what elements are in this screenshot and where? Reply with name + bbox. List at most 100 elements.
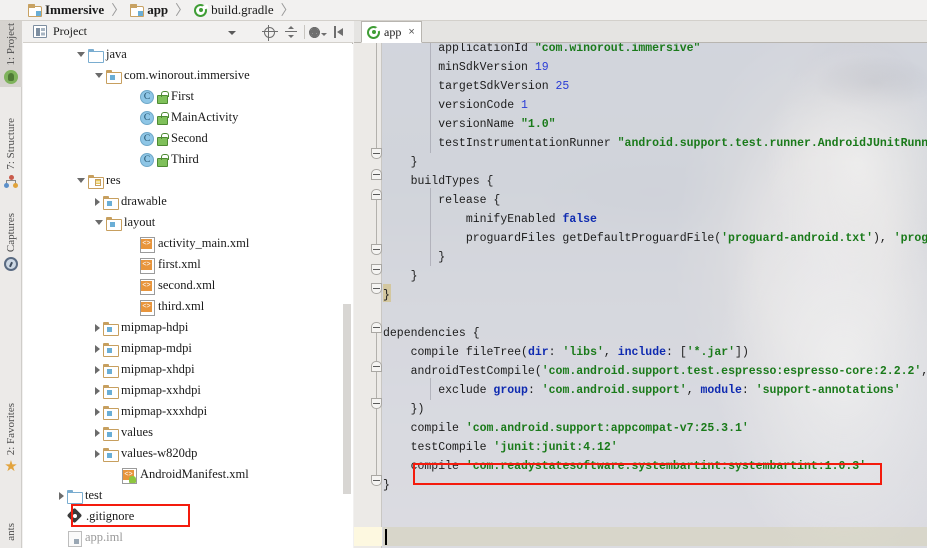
tree-item-res[interactable]: res xyxy=(23,170,353,191)
fold-marker[interactable] xyxy=(371,475,382,486)
sidebar-item-variants[interactable]: ants xyxy=(0,521,22,544)
tree-item-app-iml[interactable]: app.iml xyxy=(23,527,353,548)
tree-item-mainactivity[interactable]: C MainActivity xyxy=(23,107,353,128)
breadcrumb-label: build.gradle xyxy=(211,2,274,17)
tree-item-label: first.xml xyxy=(158,257,201,271)
tree-item-test[interactable]: test xyxy=(23,485,353,506)
code-token: } xyxy=(383,289,390,302)
code-content[interactable]: applicationId "com.winorout.immersive" m… xyxy=(383,43,927,548)
code-token: 'junit:junit:4.12' xyxy=(493,441,618,454)
breadcrumb-item-app[interactable]: app xyxy=(130,0,168,21)
sidebar-item-captures[interactable]: Captures xyxy=(0,211,22,274)
fold-marker[interactable] xyxy=(371,189,382,200)
chevron-right-icon[interactable] xyxy=(95,407,100,416)
chevron-right-icon[interactable] xyxy=(95,365,100,374)
fold-marker[interactable] xyxy=(371,283,382,294)
code-token: 1 xyxy=(521,99,528,112)
code-token: 19 xyxy=(534,61,549,74)
code-token: compile xyxy=(383,460,466,473)
folder-module-icon xyxy=(103,363,119,378)
sidebar-item-project[interactable]: 1: Project xyxy=(0,21,22,88)
locate-icon[interactable] xyxy=(258,21,280,43)
fold-marker[interactable] xyxy=(371,169,382,180)
tree-item-second-xml[interactable]: second.xml xyxy=(23,275,353,296)
tree-item-label: mipmap-xxxhdpi xyxy=(121,404,208,418)
code-token: proguardFiles getDefaultProguardFile( xyxy=(383,232,722,245)
tree-item-first[interactable]: C First xyxy=(23,86,353,107)
tree-item-mipmap-xxhdpi[interactable]: mipmap-xxhdpi xyxy=(23,380,353,401)
rail-label: ants xyxy=(5,523,17,541)
code-token: , xyxy=(686,384,701,397)
tree-item-first-xml[interactable]: first.xml xyxy=(23,254,353,275)
chevron-right-icon[interactable] xyxy=(95,386,100,395)
code-token: "com.winorout.immersive" xyxy=(534,43,701,55)
code-token: exclude xyxy=(383,384,494,397)
scrollbar-thumb[interactable] xyxy=(343,304,351,494)
android-studio-window: Immersive 〉 app 〉 build.gradle 〉 1: Proj… xyxy=(0,0,927,548)
close-icon[interactable]: × xyxy=(408,26,414,38)
chevron-right-icon[interactable] xyxy=(95,323,100,332)
tree-item-label: drawable xyxy=(121,194,167,208)
gutter-fold-line xyxy=(376,200,377,244)
chevron-right-icon[interactable] xyxy=(95,344,100,353)
chevron-right-icon[interactable] xyxy=(95,428,100,437)
fold-marker[interactable] xyxy=(371,398,382,409)
hide-icon[interactable] xyxy=(329,21,351,43)
fold-marker[interactable] xyxy=(371,322,382,333)
tree-item-third-xml[interactable]: third.xml xyxy=(23,296,353,317)
chevron-right-icon[interactable] xyxy=(95,449,100,458)
tree-item-label: values xyxy=(121,425,153,439)
tree-item-java[interactable]: java xyxy=(23,44,353,65)
project-panel-header: Project xyxy=(23,21,353,43)
gear-icon[interactable] xyxy=(307,21,329,43)
tree-item-gitignore[interactable]: .gitignore xyxy=(23,506,353,527)
breadcrumb-separator: 〉 xyxy=(280,4,295,19)
tree-item-mipmap-hdpi[interactable]: mipmap-hdpi xyxy=(23,317,353,338)
tree-item-activity-main-xml[interactable]: activity_main.xml xyxy=(23,233,353,254)
fold-marker[interactable] xyxy=(371,361,382,372)
sidebar-item-structure[interactable]: 7: Structure xyxy=(0,116,22,192)
breadcrumb-item-build-gradle[interactable]: build.gradle xyxy=(194,0,274,21)
tree-item-values-w820dp[interactable]: values-w820dp xyxy=(23,443,353,464)
tree-item-mipmap-xxxhdpi[interactable]: mipmap-xxxhdpi xyxy=(23,401,353,422)
rail-label: Captures xyxy=(5,213,17,253)
breadcrumb-separator: 〉 xyxy=(175,4,190,19)
tree-item-second[interactable]: C Second xyxy=(23,128,353,149)
chevron-right-icon[interactable] xyxy=(59,491,64,500)
chevron-down-icon[interactable] xyxy=(228,31,236,35)
tree-item-mipmap-xhdpi[interactable]: mipmap-xhdpi xyxy=(23,359,353,380)
tree-item-third[interactable]: C Third xyxy=(23,149,353,170)
tree-item-drawable[interactable]: drawable xyxy=(23,191,353,212)
chevron-down-icon[interactable] xyxy=(77,52,85,57)
rail-label: 1: Project xyxy=(5,23,17,66)
lock-icon xyxy=(156,132,169,146)
tab-app[interactable]: app × xyxy=(361,21,422,43)
project-tree[interactable]: java com.winorout.immersive C First C MainAct… xyxy=(23,44,353,548)
code-token: ]) xyxy=(735,346,749,359)
editor-gutter[interactable] xyxy=(354,43,382,548)
tree-item-androidmanifest-xml[interactable]: AndroidManifest.xml xyxy=(23,464,353,485)
tree-item-com-winorout-immersive[interactable]: com.winorout.immersive xyxy=(23,65,353,86)
folder-icon xyxy=(28,3,42,17)
fold-marker[interactable] xyxy=(371,264,382,275)
tree-item-label: layout xyxy=(124,215,156,229)
chevron-down-icon[interactable] xyxy=(95,73,103,78)
chevron-down-icon[interactable] xyxy=(95,220,103,225)
tree-item-values[interactable]: values xyxy=(23,422,353,443)
chevron-right-icon[interactable] xyxy=(95,197,100,206)
lock-icon xyxy=(156,90,169,104)
sidebar-item-favorites[interactable]: 2: Favorites ★ xyxy=(0,401,22,477)
breadcrumb-item-immersive[interactable]: Immersive xyxy=(28,0,104,21)
tree-item-layout[interactable]: layout xyxy=(23,212,353,233)
code-token: group xyxy=(493,384,528,397)
collapse-all-icon[interactable] xyxy=(280,21,302,43)
tree-item-mipmap-mdpi[interactable]: mipmap-mdpi xyxy=(23,338,353,359)
code-token: : xyxy=(741,384,756,397)
code-token: : xyxy=(527,384,542,397)
fold-marker[interactable] xyxy=(371,244,382,255)
chevron-down-icon[interactable] xyxy=(77,178,85,183)
fold-marker[interactable] xyxy=(371,148,382,159)
code-line: } xyxy=(383,153,418,173)
editor-body[interactable]: applicationId "com.winorout.immersive" m… xyxy=(354,43,927,548)
project-scrollbar[interactable] xyxy=(342,44,352,548)
